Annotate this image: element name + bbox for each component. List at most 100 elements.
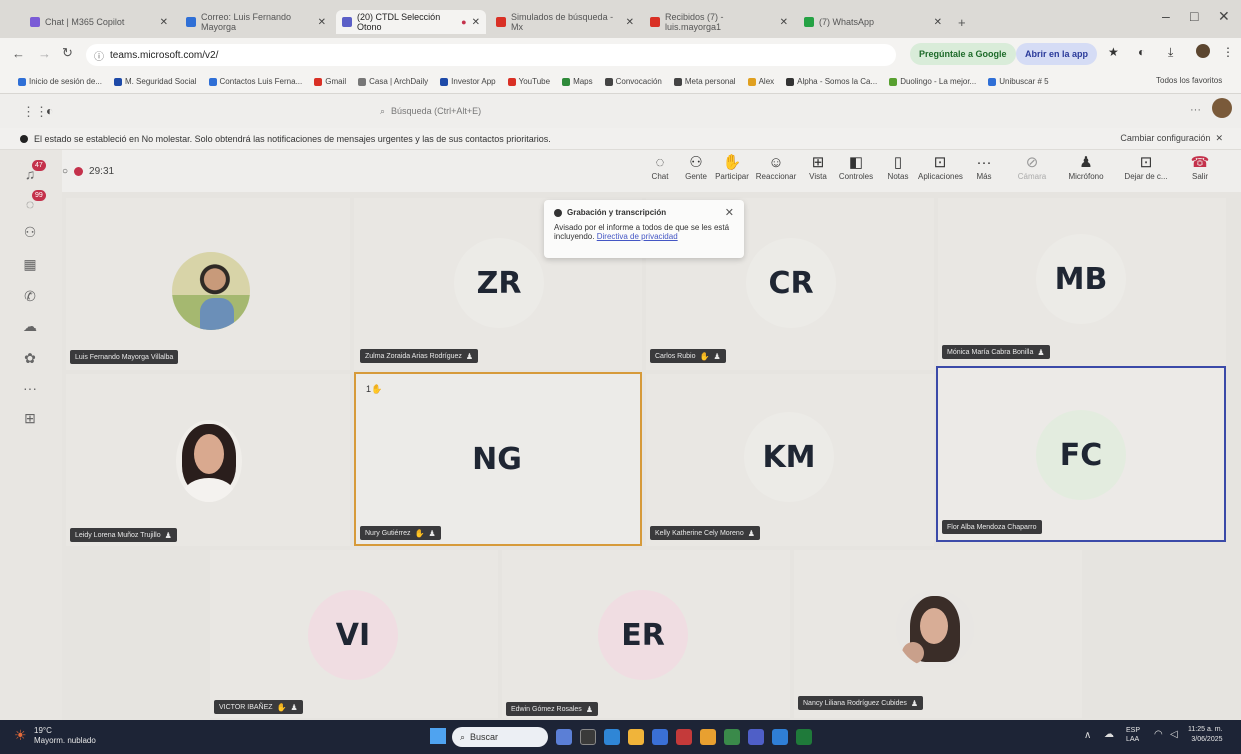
- copilot-icon: [30, 17, 40, 27]
- leave-button[interactable]: ☎ Salir: [1178, 154, 1222, 181]
- tab-whatsapp[interactable]: (7) WhatsApp ✕: [798, 10, 948, 34]
- url-input[interactable]: ⓘ teams.microsoft.com/v2/: [86, 44, 896, 66]
- windows-taskbar: [0, 720, 1241, 754]
- bookmark-item[interactable]: Alex: [747, 77, 774, 86]
- avatar[interactable]: [1196, 44, 1210, 58]
- recording-icon: [74, 167, 84, 176]
- close-icon[interactable]: ✕: [725, 206, 734, 219]
- copilot-icon[interactable]: ✿: [22, 350, 38, 366]
- excel-icon[interactable]: [796, 729, 812, 745]
- teams-icon[interactable]: ⚇: [22, 224, 38, 240]
- tab-gmail-1[interactable]: Simulados de búsqueda - Mx ✕: [490, 10, 640, 34]
- calendar-icon[interactable]: ▦: [22, 256, 38, 272]
- close-icon[interactable]: ✕: [626, 17, 634, 28]
- start-icon[interactable]: [430, 728, 446, 744]
- raise-hand-button[interactable]: ✋ Participar: [710, 154, 754, 181]
- language-indicator[interactable]: ESP LAA: [1126, 726, 1148, 744]
- apps-button[interactable]: ⊡ Aplicaciones: [918, 154, 963, 181]
- reload-icon[interactable]: ↻: [62, 45, 73, 61]
- close-icon[interactable]: ✕: [160, 17, 168, 28]
- bookmark-item[interactable]: Contactos Luis Ferna...: [208, 77, 302, 86]
- teams-search-input[interactable]: ⌕ Búsqueda (Ctrl+Alt+E): [380, 100, 800, 122]
- more-button[interactable]: ··· Más: [962, 154, 1006, 181]
- app-launcher-icon[interactable]: ⋮⋮: [22, 104, 48, 120]
- close-icon[interactable]: ✕: [780, 17, 788, 28]
- taskbar-search-input[interactable]: ⌕ Buscar: [452, 727, 548, 747]
- weather-widget[interactable]: 19°C Mayorm. nublado: [34, 726, 96, 746]
- ask-google-button[interactable]: Pregúntale a Google: [910, 43, 1016, 65]
- camera-button[interactable]: ⊘ Cámara: [1010, 154, 1054, 181]
- bookmark-item[interactable]: Duolingo - La mejor...: [889, 77, 976, 86]
- app-icon[interactable]: [676, 729, 692, 745]
- forward-icon[interactable]: →: [38, 46, 51, 61]
- close-icon[interactable]: ✕: [472, 17, 480, 28]
- mic-off-icon: ♟: [290, 702, 298, 712]
- notes-button[interactable]: ▯ Notas: [876, 154, 920, 181]
- bookmark-item[interactable]: Unibuscar # 5: [988, 77, 1049, 86]
- close-window-icon[interactable]: ✕: [1218, 8, 1230, 25]
- tab-teams[interactable]: (20) CTDL Selección Otono ● ✕: [336, 10, 486, 34]
- apps-icon[interactable]: ⊞: [22, 410, 38, 426]
- bookmark-item[interactable]: Investor App: [440, 77, 496, 86]
- bookmark-item[interactable]: M. Seguridad Social: [113, 77, 197, 86]
- mic-off-icon: ♟: [1037, 347, 1045, 357]
- user-avatar[interactable]: [1212, 98, 1232, 118]
- new-tab-button[interactable]: +: [952, 10, 988, 34]
- minimize-icon[interactable]: –: [1162, 8, 1170, 24]
- stop-sharing-button[interactable]: ⊡ Dejar de c...: [1124, 154, 1168, 181]
- more-apps-icon[interactable]: ···: [22, 380, 38, 396]
- react-button[interactable]: ☺ Reaccionar: [754, 154, 798, 181]
- bookmark-item[interactable]: Gmail: [314, 77, 346, 86]
- whatsapp-icon: [804, 17, 814, 27]
- file-explorer-icon[interactable]: [628, 729, 644, 745]
- tab-outlook[interactable]: Correo: Luis Fernando Mayorga ✕: [180, 10, 332, 34]
- teams-logo-icon: ◐: [46, 104, 54, 118]
- chevron-up-icon[interactable]: ∧: [1084, 730, 1091, 741]
- mic-button[interactable]: ♟ Micrófono: [1064, 154, 1108, 181]
- teams-icon[interactable]: [748, 729, 764, 745]
- volume-icon[interactable]: ◁: [1170, 729, 1178, 740]
- bookmark-item[interactable]: Alpha - Somos la Ca...: [786, 77, 877, 86]
- extensions-icon[interactable]: ◐: [1138, 45, 1145, 59]
- site-info-icon[interactable]: ⓘ: [94, 48, 104, 63]
- widgets-icon[interactable]: [556, 729, 572, 745]
- outlook-icon[interactable]: [772, 729, 788, 745]
- controls-button[interactable]: ◧ Controles: [834, 154, 878, 181]
- teams-icon: [342, 17, 352, 27]
- calls-icon[interactable]: ✆: [22, 288, 38, 304]
- clock[interactable]: 11:25 a. m. 3/06/2025: [1188, 725, 1223, 745]
- download-icon[interactable]: ⤓: [1168, 45, 1173, 60]
- chrome-icon[interactable]: [700, 729, 716, 745]
- bookmark-item[interactable]: Convocación: [604, 77, 662, 86]
- bookmark-item[interactable]: Meta personal: [673, 77, 736, 86]
- bookmark-item[interactable]: Inicio de sesión de...: [18, 77, 102, 86]
- privacy-policy-link[interactable]: Directiva de privacidad: [597, 232, 678, 241]
- maximize-icon[interactable]: □: [1190, 8, 1198, 24]
- back-icon[interactable]: ←: [12, 46, 25, 61]
- wifi-icon[interactable]: ◠: [1154, 729, 1163, 740]
- tab-gmail-2[interactable]: Recibidos (7) - luis.mayorga1 ✕: [644, 10, 794, 34]
- weather-icon[interactable]: ☀: [14, 727, 27, 744]
- star-icon[interactable]: ★: [1108, 45, 1119, 59]
- change-settings-link[interactable]: Cambiar configuración ✕: [1120, 133, 1223, 144]
- open-app-button[interactable]: Abrir en la app: [1016, 43, 1098, 65]
- task-view-icon[interactable]: [580, 729, 596, 745]
- search-icon: ⌕: [380, 105, 386, 116]
- close-icon[interactable]: ✕: [318, 17, 326, 28]
- menu-icon[interactable]: ⋮: [1222, 45, 1234, 59]
- more-options-icon[interactable]: ···: [1190, 104, 1201, 116]
- participant-nametag: Zulma Zoraida Arias Rodríguez ♟: [360, 349, 479, 363]
- close-icon[interactable]: ✕: [934, 17, 942, 28]
- bookmark-item[interactable]: YouTube: [507, 77, 550, 86]
- chat-badge: 99: [32, 190, 46, 201]
- store-icon[interactable]: [652, 729, 668, 745]
- edge-icon[interactable]: [604, 729, 620, 745]
- bookmark-item[interactable]: Maps: [562, 77, 593, 86]
- hand-icon: ✋: [414, 528, 425, 538]
- onedrive-icon[interactable]: ☁: [22, 318, 38, 334]
- tab-copilot[interactable]: Chat | M365 Copilot ✕: [24, 10, 174, 34]
- bookmark-item[interactable]: Casa | ArchDaily: [358, 77, 428, 86]
- all-favorites-link[interactable]: Todos los favoritos: [1156, 76, 1222, 85]
- whatsapp-icon[interactable]: [724, 729, 740, 745]
- onedrive-tray-icon[interactable]: ☁: [1104, 729, 1114, 740]
